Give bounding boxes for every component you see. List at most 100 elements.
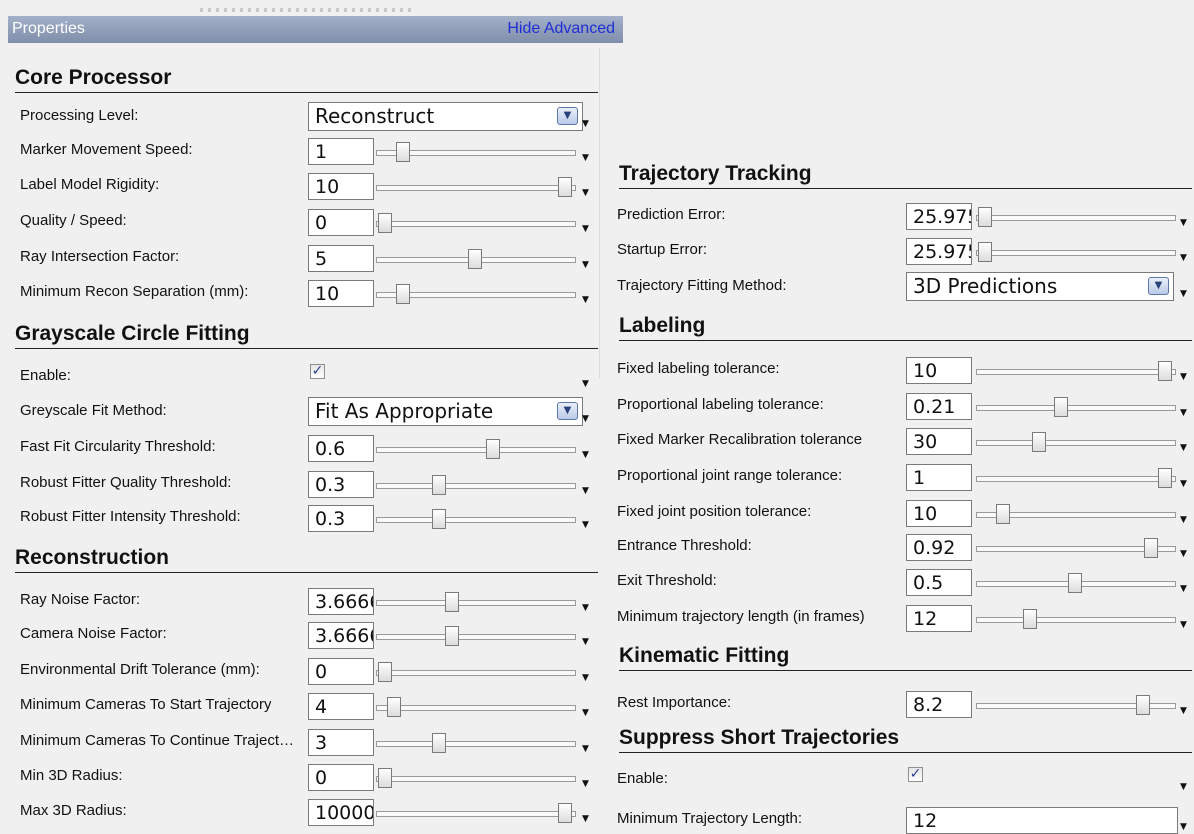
slider-thumb[interactable] [444, 592, 459, 612]
input-ray-noise-factor[interactable]: 3.6666 [308, 588, 374, 615]
input-camera-noise-factor[interactable]: 3.6666 [308, 622, 374, 649]
slider-thumb[interactable] [1068, 573, 1082, 593]
dropdown-arrow-icon[interactable]: ▼ [582, 745, 589, 754]
slider-fixed-joint-position-tolerance[interactable] [972, 500, 1190, 527]
slider-proportional-joint-range-tolerance[interactable] [972, 464, 1190, 491]
slider-thumb[interactable] [1053, 397, 1068, 417]
slider-min-3d-radius[interactable] [372, 764, 590, 791]
input-fast-fit-circularity-threshold[interactable]: 0.6 [308, 435, 374, 462]
slider-fast-fit-circularity-threshold[interactable] [372, 435, 590, 462]
slider-thumb[interactable] [1023, 609, 1037, 629]
chevron-down-icon[interactable]: ▼ [1148, 277, 1169, 295]
chevron-down-icon[interactable]: ▼ [557, 107, 578, 125]
checkbox-enable[interactable]: ✓ [310, 364, 325, 379]
slider-thumb[interactable] [558, 177, 572, 197]
slider-thumb[interactable] [432, 733, 446, 753]
dropdown-arrow-icon[interactable]: ▼ [582, 674, 589, 683]
slider-marker-movement-speed[interactable] [372, 138, 590, 165]
input-proportional-labeling-tolerance[interactable]: 0.21 [906, 393, 972, 420]
input-fixed-joint-position-tolerance[interactable]: 10 [906, 500, 972, 527]
slider-track[interactable] [976, 476, 1176, 482]
slider-thumb[interactable] [432, 509, 446, 529]
input-quality-speed[interactable]: 0 [308, 209, 374, 236]
slider-thumb[interactable] [378, 662, 392, 682]
slider-ray-intersection-factor[interactable] [372, 245, 590, 272]
slider-track[interactable] [376, 221, 576, 227]
slider-entrance-threshold[interactable] [972, 534, 1190, 561]
slider-track[interactable] [976, 250, 1176, 256]
slider-track[interactable] [376, 600, 576, 606]
input-minimum-cameras-to-start-trajectory[interactable]: 4 [308, 693, 374, 720]
input-ray-intersection-factor[interactable]: 5 [308, 245, 374, 272]
input-minimum-trajectory-length-in-frames[interactable]: 12 [906, 605, 972, 632]
input-environmental-drift-tolerance-mm[interactable]: 0 [308, 658, 374, 685]
slider-thumb[interactable] [396, 284, 410, 304]
slider-robust-fitter-intensity-threshold[interactable] [372, 505, 590, 532]
dropdown-arrow-icon[interactable]: ▼ [582, 780, 589, 789]
input-robust-fitter-intensity-threshold[interactable]: 0.3 [308, 505, 374, 532]
dropdown-arrow-icon[interactable]: ▼ [582, 709, 589, 718]
slider-thumb[interactable] [1158, 468, 1172, 488]
slider-track[interactable] [376, 447, 576, 453]
resize-grip[interactable] [200, 8, 412, 12]
slider-fixed-marker-recalibration-tolerance[interactable] [972, 428, 1190, 455]
slider-thumb[interactable] [432, 475, 446, 495]
slider-prediction-error[interactable] [972, 203, 1190, 230]
dropdown-arrow-icon[interactable]: ▼ [582, 296, 589, 305]
slider-environmental-drift-tolerance-mm[interactable] [372, 658, 590, 685]
input-minimum-recon-separation-mm[interactable]: 10 [308, 280, 374, 307]
dropdown-arrow-icon[interactable]: ▼ [582, 451, 589, 460]
input-max-3d-radius[interactable]: 10000 [308, 799, 374, 826]
dropdown-arrow-icon[interactable]: ▼ [582, 415, 589, 424]
combo-processing-level[interactable]: Reconstruct [308, 102, 583, 131]
slider-thumb[interactable] [1136, 695, 1151, 715]
dropdown-arrow-icon[interactable]: ▼ [582, 225, 589, 234]
dropdown-arrow-icon[interactable]: ▼ [1180, 219, 1187, 228]
dropdown-arrow-icon[interactable]: ▼ [582, 154, 589, 163]
input-minimum-cameras-to-continue-trajectory[interactable]: 3 [308, 729, 374, 756]
dropdown-arrow-icon[interactable]: ▼ [1180, 290, 1187, 299]
input-proportional-joint-range-tolerance[interactable]: 1 [906, 464, 972, 491]
input-marker-movement-speed[interactable]: 1 [308, 138, 374, 165]
dropdown-arrow-icon[interactable]: ▼ [582, 380, 589, 389]
column-splitter[interactable] [599, 48, 600, 378]
slider-minimum-cameras-to-continue-trajectory[interactable] [372, 729, 590, 756]
slider-camera-noise-factor[interactable] [372, 622, 590, 649]
input-rest-importance[interactable]: 8.2 [906, 691, 972, 718]
slider-thumb[interactable] [378, 768, 392, 788]
dropdown-arrow-icon[interactable]: ▼ [1180, 585, 1187, 594]
slider-track[interactable] [376, 185, 576, 191]
slider-track[interactable] [976, 215, 1176, 221]
input-label-model-rigidity[interactable]: 10 [308, 173, 374, 200]
slider-track[interactable] [976, 440, 1176, 446]
dropdown-arrow-icon[interactable]: ▼ [582, 604, 589, 613]
slider-label-model-rigidity[interactable] [372, 173, 590, 200]
input-exit-threshold[interactable]: 0.5 [906, 569, 972, 596]
slider-thumb[interactable] [1143, 538, 1158, 558]
slider-max-3d-radius[interactable] [372, 799, 590, 826]
slider-track[interactable] [376, 811, 576, 817]
slider-thumb[interactable] [558, 803, 572, 823]
slider-thumb[interactable] [387, 697, 401, 717]
input-startup-error[interactable]: 25.975 [906, 238, 972, 265]
combo-greyscale-fit-method[interactable]: Fit As Appropriate [308, 397, 583, 426]
slider-minimum-recon-separation-mm[interactable] [372, 280, 590, 307]
slider-track[interactable] [376, 634, 576, 640]
slider-thumb[interactable] [978, 242, 992, 262]
dropdown-arrow-icon[interactable]: ▼ [1180, 480, 1187, 489]
slider-track[interactable] [976, 369, 1176, 375]
dropdown-arrow-icon[interactable]: ▼ [582, 815, 589, 824]
slider-thumb[interactable] [396, 142, 410, 162]
dropdown-arrow-icon[interactable]: ▼ [1180, 444, 1187, 453]
dropdown-arrow-icon[interactable]: ▼ [582, 189, 589, 198]
dropdown-arrow-icon[interactable]: ▼ [582, 521, 589, 530]
slider-fixed-labeling-tolerance[interactable] [972, 357, 1190, 384]
hide-advanced-link[interactable]: Hide Advanced [507, 20, 615, 38]
slider-track[interactable] [376, 741, 576, 747]
slider-exit-threshold[interactable] [972, 569, 1190, 596]
slider-rest-importance[interactable] [972, 691, 1190, 718]
dropdown-arrow-icon[interactable]: ▼ [582, 487, 589, 496]
slider-track[interactable] [376, 517, 576, 523]
slider-track[interactable] [376, 705, 576, 711]
slider-thumb[interactable] [468, 249, 482, 269]
